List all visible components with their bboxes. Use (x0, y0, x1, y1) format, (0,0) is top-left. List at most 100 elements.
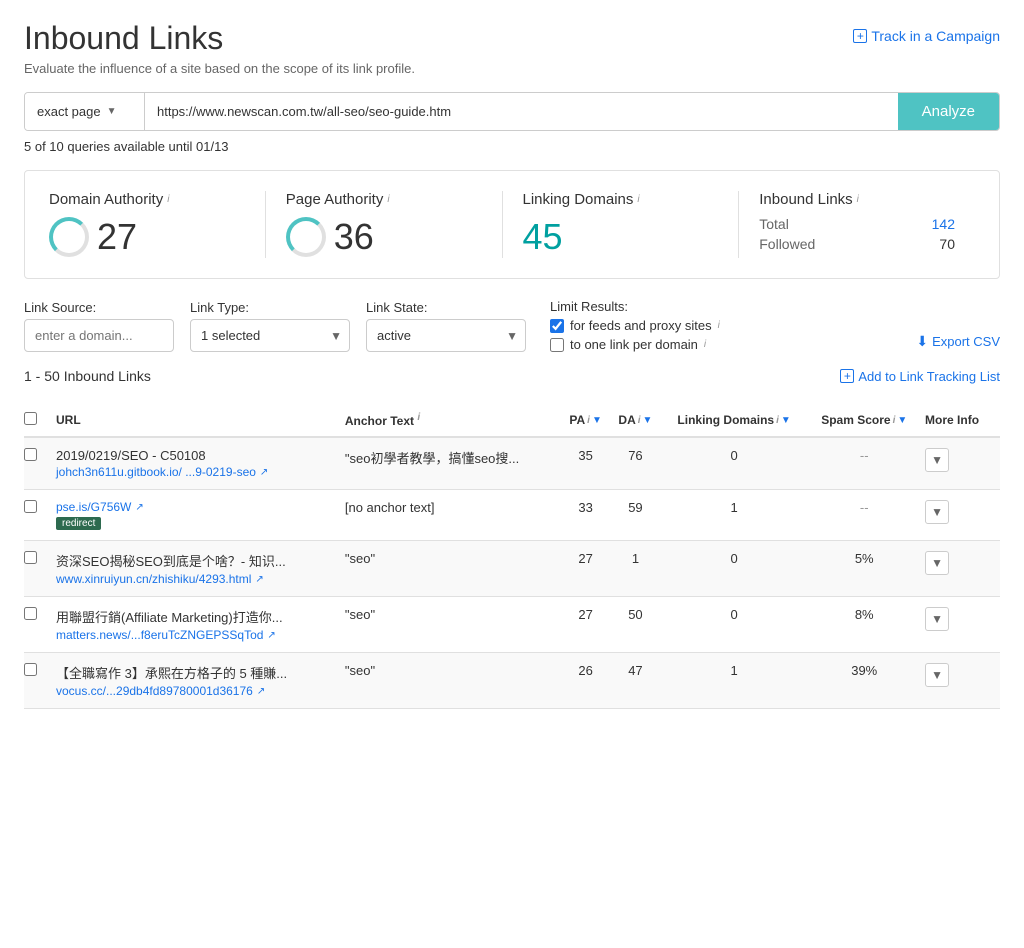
spam-score-cell: -- (811, 490, 925, 541)
da-col-label: DA (618, 413, 635, 427)
row-checkbox[interactable] (24, 607, 37, 620)
redirect-badge: redirect (56, 517, 101, 530)
add-tracking-button[interactable]: + Add to Link Tracking List (840, 369, 1000, 384)
row-checkbox-cell (24, 490, 56, 541)
spam-score-info-icon[interactable]: i (893, 415, 896, 426)
anchor-cell: [no anchor text] (345, 490, 565, 541)
anchor-cell: "seo" (345, 541, 565, 597)
url-cell: pse.is/G756W ↗ redirect (56, 490, 345, 541)
url-link[interactable]: vocus.cc/...29db4fd89780001d36176 ↗ (56, 684, 337, 698)
limit-results-label: Limit Results: (550, 299, 720, 314)
table-row: 资深SEO揭秘SEO到底是个啥？- 知识... www.xinruiyun.cn… (24, 541, 1000, 597)
more-info-cell: ▼ (925, 597, 1000, 653)
track-campaign-link[interactable]: + Track in a Campaign (853, 28, 1000, 44)
pa-sort-icon[interactable]: ▼ (592, 415, 602, 426)
domain-authority-info-icon[interactable]: i (167, 194, 169, 205)
more-info-cell: ▼ (925, 541, 1000, 597)
more-info-cell: ▼ (925, 437, 1000, 490)
page-title: Inbound Links (24, 20, 415, 57)
anchor-text: "seo" (345, 551, 375, 566)
expand-button[interactable]: ▼ (925, 551, 949, 575)
row-checkbox[interactable] (24, 448, 37, 461)
row-checkbox[interactable] (24, 500, 37, 513)
expand-button[interactable]: ▼ (925, 607, 949, 631)
pa-info-icon[interactable]: i (587, 415, 590, 426)
da-info-icon[interactable]: i (638, 415, 641, 426)
one-link-checkbox[interactable] (550, 338, 564, 352)
one-link-label: to one link per domain (570, 337, 698, 352)
url-link[interactable]: matters.news/...f8eruTcZNGEPSSqTod ↗ (56, 628, 337, 642)
inbound-followed-label: Followed (759, 236, 815, 252)
url-link[interactable]: pse.is/G756W ↗ (56, 500, 337, 514)
link-type-label: Link Type: (190, 300, 350, 315)
table-row: 2019/0219/SEO - C50108 johch3n611u.gitbo… (24, 437, 1000, 490)
inbound-links-table: URL Anchor Text i PA i ▼ DA i (24, 404, 1000, 709)
row-checkbox[interactable] (24, 663, 37, 676)
one-link-info-icon[interactable]: i (704, 339, 706, 350)
url-link[interactable]: johch3n611u.gitbook.io/ ...9-0219-seo ↗ (56, 465, 337, 479)
expand-button[interactable]: ▼ (925, 663, 949, 687)
url-title: 【全職寫作 3】承熙在方格子的 5 種賺... (56, 663, 337, 682)
linking-domains-cell: 1 (665, 653, 812, 709)
analyze-button[interactable]: Analyze (898, 93, 999, 130)
url-input[interactable] (145, 93, 898, 130)
spam-score-value: 39% (851, 663, 877, 678)
spam-score-col-label: Spam Score (821, 413, 890, 427)
url-title: 用聯盟行銷(Affiliate Marketing)打造你... (56, 607, 337, 626)
inbound-links-label: Inbound Links (759, 191, 852, 208)
page-subtitle: Evaluate the influence of a site based o… (24, 61, 415, 76)
anchor-cell: "seo" (345, 653, 565, 709)
inbound-total-label: Total (759, 216, 789, 232)
url-title: 资深SEO揭秘SEO到底是个啥？- 知识... (56, 551, 337, 570)
page-authority-gauge (286, 217, 326, 257)
da-sort-icon[interactable]: ▼ (643, 415, 653, 426)
expand-button[interactable]: ▼ (925, 448, 949, 472)
inbound-followed-value: 70 (939, 236, 955, 252)
pa-cell: 35 (565, 437, 614, 490)
feeds-proxy-info-icon[interactable]: i (718, 320, 720, 331)
export-csv-label: Export CSV (932, 334, 1000, 349)
url-cell: 资深SEO揭秘SEO到底是个啥？- 知识... www.xinruiyun.cn… (56, 541, 345, 597)
anchor-text: "seo初學者教學，搞懂seo搜... (345, 451, 519, 466)
anchor-text: "seo" (345, 607, 375, 622)
linking-domains-sort-icon[interactable]: ▼ (781, 415, 791, 426)
link-type-select-wrapper: 1 selected ▼ (190, 319, 350, 352)
pa-cell: 27 (565, 541, 614, 597)
domain-authority-label: Domain Authority (49, 191, 163, 208)
linking-domains-cell: 0 (665, 437, 812, 490)
link-state-filter: Link State: active inactive ▼ (366, 300, 526, 352)
more-info-cell: ▼ (925, 653, 1000, 709)
domain-authority-metric: Domain Authority i 27 (49, 191, 266, 258)
row-checkbox[interactable] (24, 551, 37, 564)
url-link[interactable]: www.xinruiyun.cn/zhishiku/4293.html ↗ (56, 572, 337, 586)
url-col-label: URL (56, 413, 81, 427)
expand-button[interactable]: ▼ (925, 500, 949, 524)
da-cell: 59 (614, 490, 665, 541)
inbound-links-info-icon[interactable]: i (857, 194, 859, 205)
link-state-label: Link State: (366, 300, 526, 315)
pa-col-label: PA (569, 413, 585, 427)
select-all-checkbox[interactable] (24, 412, 37, 425)
domain-authority-value: 27 (97, 216, 137, 258)
anchor-info-icon[interactable]: i (417, 412, 420, 423)
spam-score-value: 5% (855, 551, 874, 566)
feeds-proxy-checkbox[interactable] (550, 319, 564, 333)
select-all-col (24, 404, 56, 437)
page-authority-label: Page Authority (286, 191, 384, 208)
spam-score-sort-icon[interactable]: ▼ (897, 415, 907, 426)
linking-domains-info-icon[interactable]: i (637, 194, 639, 205)
link-type-select[interactable]: 1 selected (190, 319, 350, 352)
link-source-input[interactable] (24, 319, 174, 352)
page-type-dropdown[interactable]: exact page ▼ (25, 93, 145, 130)
link-state-select[interactable]: active inactive (366, 319, 526, 352)
inbound-total-value: 142 (932, 216, 955, 232)
export-csv-button[interactable]: ⬇ Export CSV (916, 333, 1000, 352)
page-authority-info-icon[interactable]: i (387, 194, 389, 205)
anchor-cell: "seo初學者教學，搞懂seo搜... (345, 437, 565, 490)
link-source-label: Link Source: (24, 300, 174, 315)
spam-score-col-header: Spam Score i ▼ (811, 404, 925, 437)
linking-domains-info-icon-col[interactable]: i (776, 415, 779, 426)
url-link-text: johch3n611u.gitbook.io/ ...9-0219-seo (56, 465, 256, 479)
linking-domains-col-label: Linking Domains (677, 413, 774, 427)
url-link-text: vocus.cc/...29db4fd89780001d36176 (56, 684, 253, 698)
